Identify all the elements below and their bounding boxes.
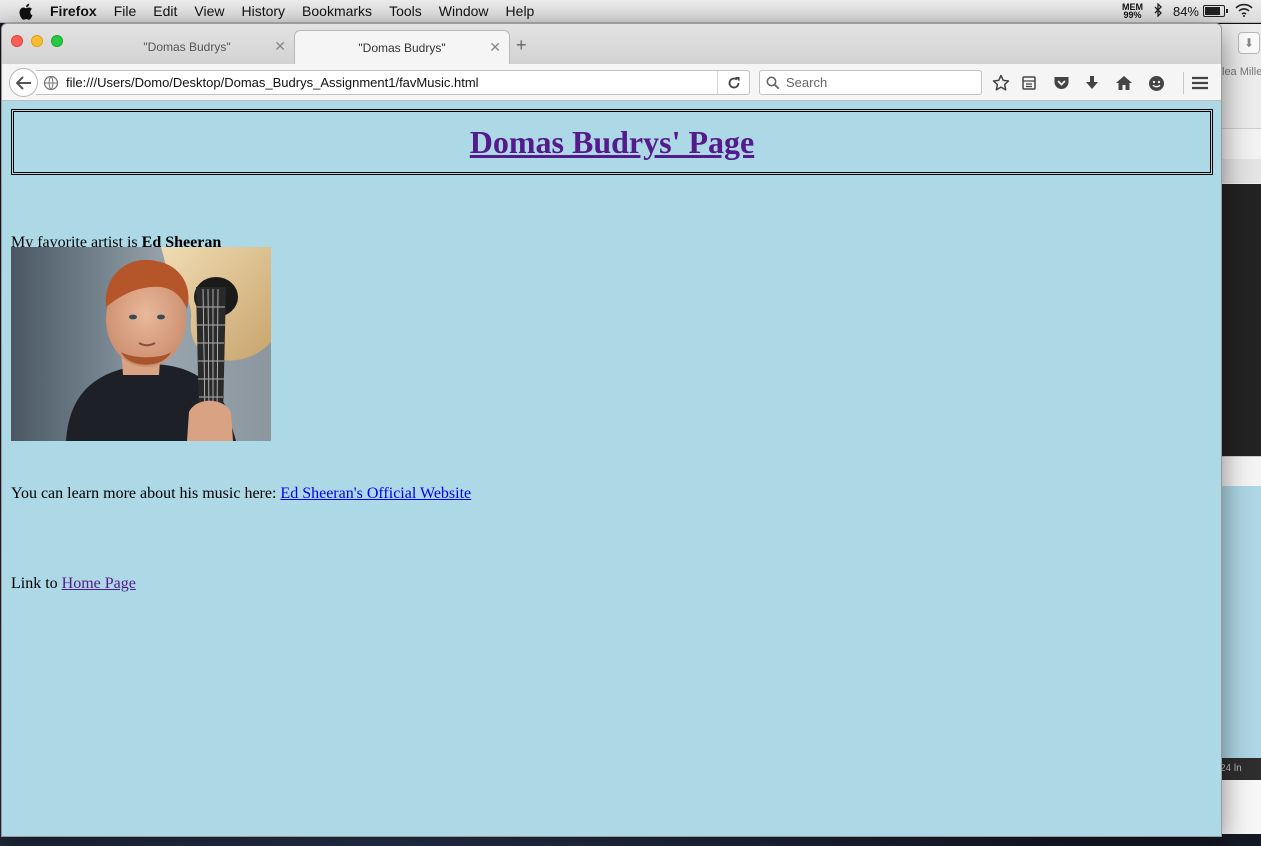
tab-inactive[interactable]: "Domas Budrys" ✕ — [80, 30, 294, 64]
site-info-icon[interactable] — [43, 75, 59, 91]
menu-window[interactable]: Window — [439, 3, 489, 19]
tab-title: "Domas Budrys" — [358, 40, 446, 55]
pocket-icon[interactable] — [1051, 73, 1071, 93]
apple-icon[interactable] — [18, 2, 36, 20]
hello-chat-icon[interactable] — [1146, 73, 1166, 93]
url-text: file:///Users/Domo/Desktop/Domas_Budrys_… — [66, 75, 479, 90]
bluetooth-icon[interactable] — [1153, 1, 1163, 20]
battery-status[interactable]: 84% — [1172, 3, 1228, 19]
download-circle-icon: ⬇ — [1238, 32, 1260, 54]
learn-more-paragraph: You can learn more about his music here:… — [11, 485, 471, 503]
search-icon — [766, 76, 780, 90]
hamburger-menu-icon[interactable] — [1190, 73, 1210, 93]
search-input[interactable] — [786, 75, 966, 90]
tab-active[interactable]: "Domas Budrys" ✕ — [294, 30, 510, 64]
home-page-link[interactable]: Home Page — [62, 575, 136, 592]
menu-history[interactable]: History — [241, 3, 285, 19]
wifi-icon[interactable] — [1235, 3, 1253, 20]
window-maximize-button[interactable] — [51, 35, 63, 47]
menu-help[interactable]: Help — [506, 3, 535, 19]
menu-edit[interactable]: Edit — [153, 3, 177, 19]
firefox-window: "Domas Budrys" ✕ "Domas Budrys" ✕ + file… — [2, 24, 1221, 836]
page-title-link[interactable]: Domas Budrys' Page — [470, 124, 754, 161]
battery-percent: 84% — [1172, 3, 1199, 19]
title-bar: "Domas Budrys" ✕ "Domas Budrys" ✕ + — [2, 24, 1221, 64]
window-close-button[interactable] — [11, 35, 23, 47]
home-icon[interactable] — [1114, 73, 1134, 93]
learn-more-prefix-text: You can learn more about his music here: — [11, 485, 281, 502]
url-bar[interactable]: file:///Users/Domo/Desktop/Domas_Budrys_… — [36, 70, 750, 95]
battery-tip — [1226, 9, 1228, 13]
tab-close-icon[interactable]: ✕ — [489, 40, 501, 54]
battery-fill — [1205, 7, 1221, 15]
official-website-link[interactable]: Ed Sheeran's Official Website — [280, 485, 471, 502]
navigation-toolbar: file:///Users/Domo/Desktop/Domas_Budrys_… — [2, 64, 1221, 101]
menu-bookmarks[interactable]: Bookmarks — [302, 3, 372, 19]
memory-value: 99% — [1123, 10, 1142, 20]
new-tab-button[interactable]: + — [516, 36, 527, 54]
search-bar[interactable] — [759, 70, 982, 95]
battery-icon — [1203, 5, 1228, 17]
menu-tools[interactable]: Tools — [389, 3, 422, 19]
artist-photo — [11, 247, 271, 441]
bookmarks-library-icon[interactable] — [1019, 73, 1039, 93]
tab-title: "Domas Budrys" — [143, 40, 231, 54]
home-prefix-text: Link to — [11, 575, 62, 592]
background-window-text: lea Mille — [1222, 66, 1261, 78]
bookmark-star-icon[interactable] — [991, 73, 1011, 93]
page-content: Domas Budrys' Page My favorite artist is… — [2, 101, 1221, 836]
back-button[interactable] — [9, 68, 38, 97]
memory-monitor[interactable]: MEM 99% — [1122, 3, 1143, 20]
window-minimize-button[interactable] — [31, 35, 43, 47]
tab-close-icon[interactable]: ✕ — [274, 39, 286, 53]
downloads-icon[interactable] — [1082, 73, 1102, 93]
menu-app-firefox[interactable]: Firefox — [50, 3, 97, 19]
menu-file[interactable]: File — [114, 3, 137, 19]
menu-view[interactable]: View — [194, 3, 224, 19]
reload-button[interactable] — [717, 71, 749, 94]
home-link-paragraph: Link to Home Page — [11, 575, 136, 593]
toolbar-separator — [1183, 72, 1184, 94]
menu-bar: Firefox File Edit View History Bookmarks… — [0, 0, 1261, 23]
menu-bar-status-area: MEM 99% 84% — [1122, 0, 1253, 22]
page-header-box: Domas Budrys' Page — [11, 109, 1213, 175]
